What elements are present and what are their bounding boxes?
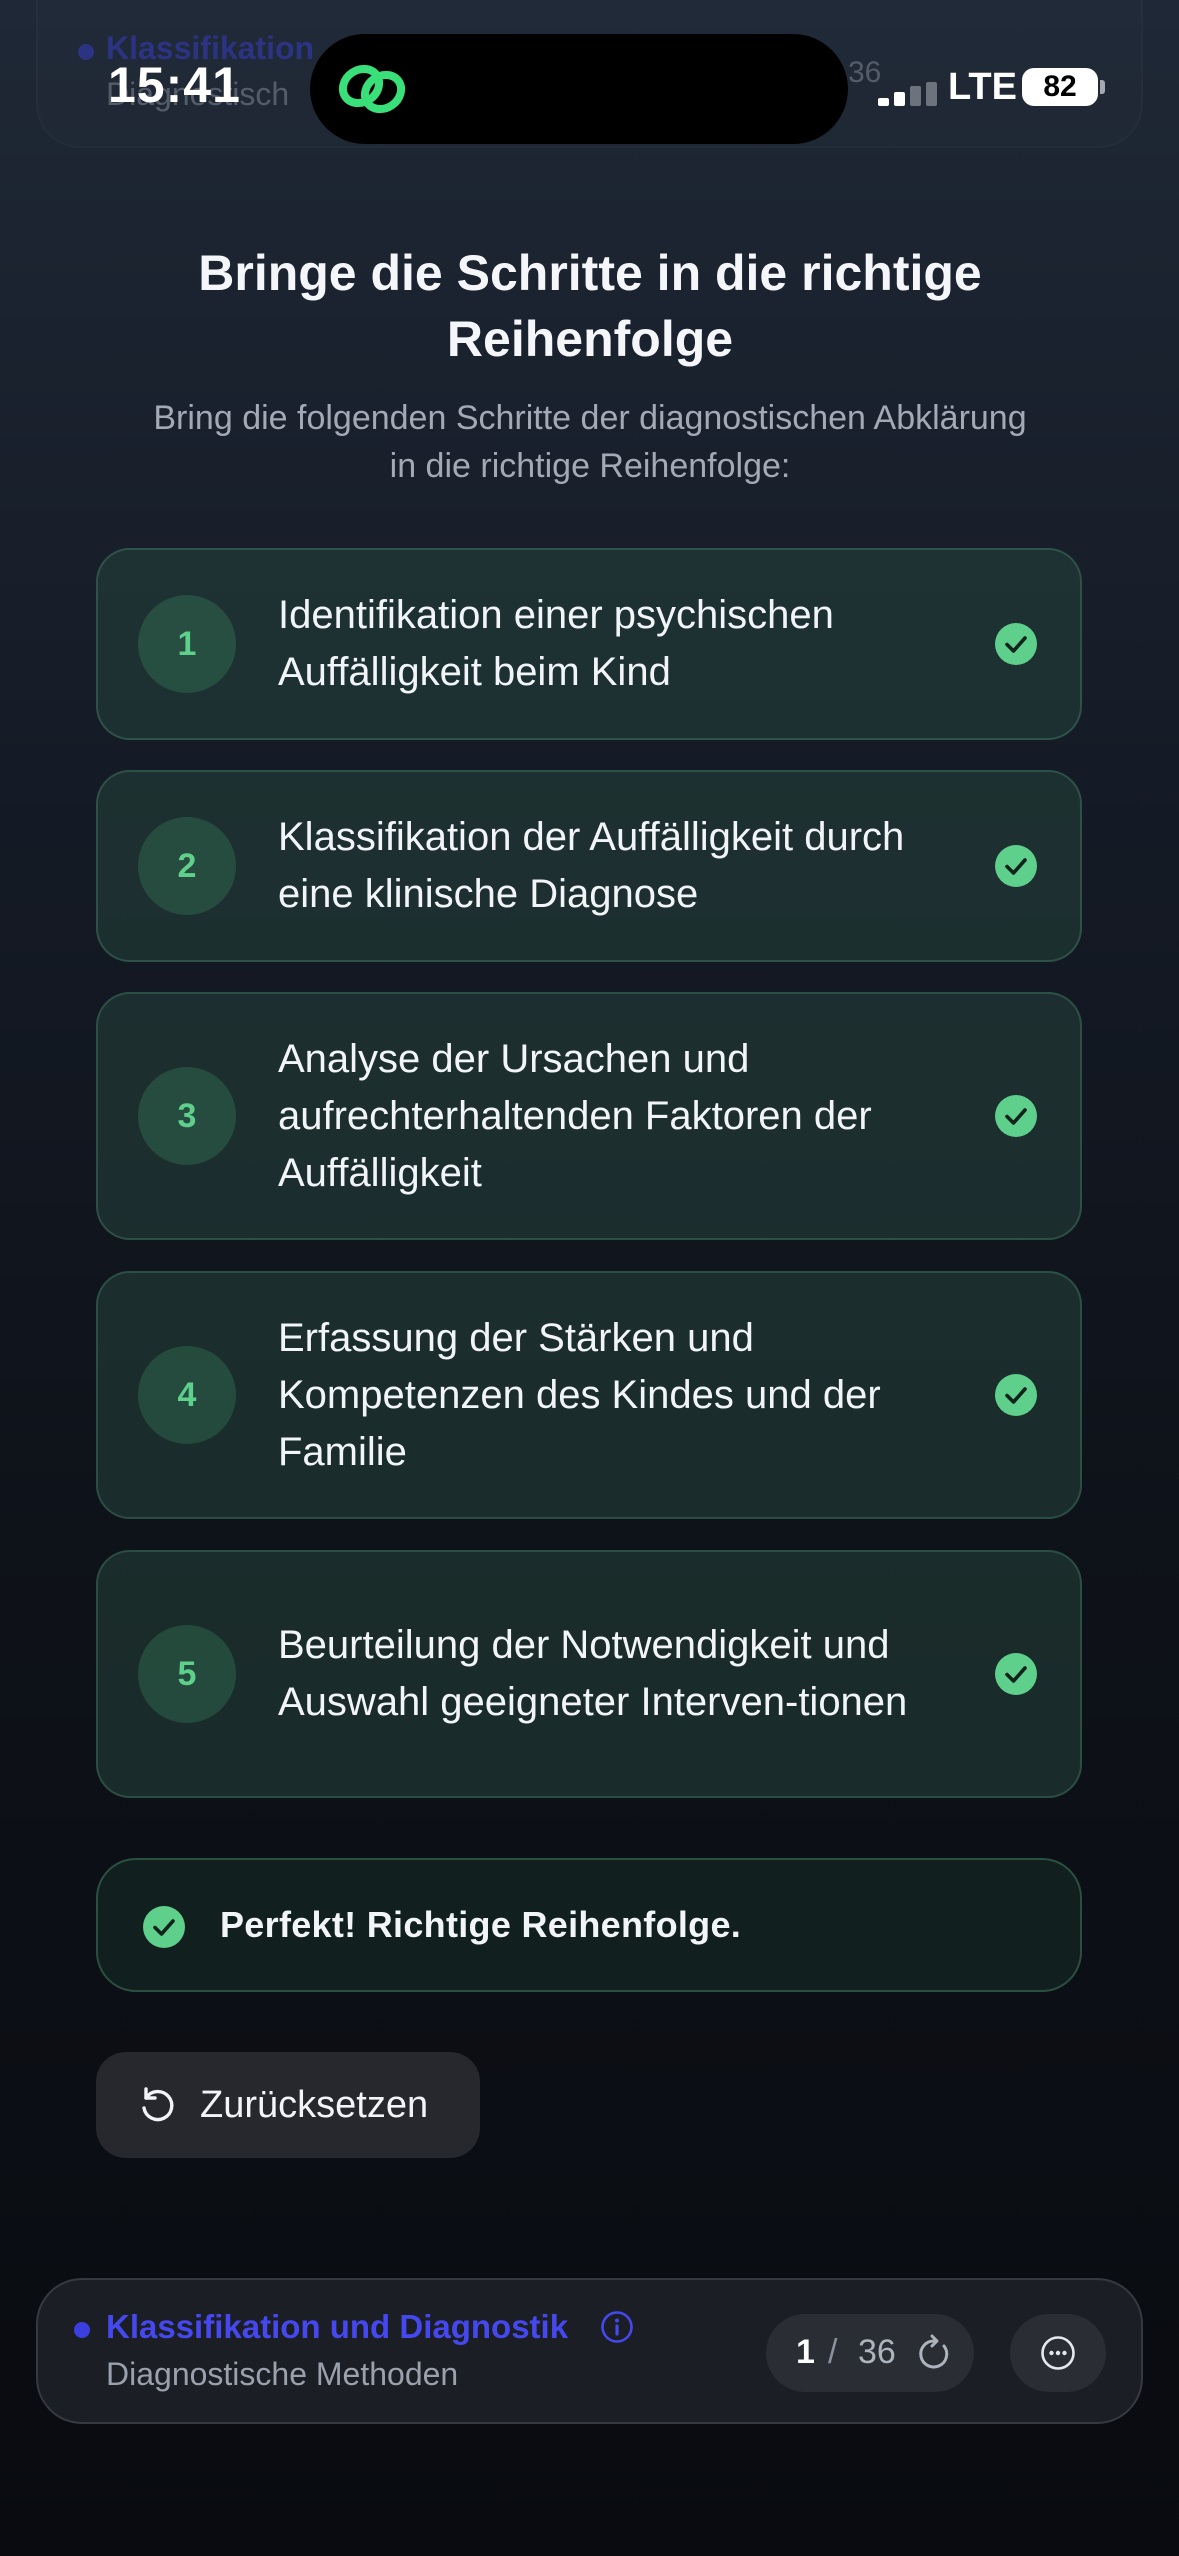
success-banner: Perfekt! Richtige Reihenfolge. [96,1858,1082,1992]
step-number: 1 [138,595,236,693]
dynamic-island [310,34,848,144]
topic-dot [78,44,94,60]
network-type: LTE [948,66,1017,108]
step-number: 5 [138,1625,236,1723]
exercise-title: Bringe die Schritte in die richtige Reih… [198,245,982,367]
counter-separator: / [828,2333,838,2371]
bottom-navigation-bar: Klassifikation und Diagnostik Diagnostis… [36,2278,1143,2424]
step-card[interactable]: 2 Klassifikation der Auffälligkeit durch… [96,770,1082,962]
app-link-icon [338,64,406,114]
topic-title[interactable]: Klassifikation und Diagnostik [106,2308,568,2346]
battery-tip [1100,80,1105,94]
check-icon [995,623,1037,665]
check-icon [995,1653,1037,1695]
topic-dot [74,2322,90,2338]
step-number: 3 [138,1067,236,1165]
check-icon [143,1906,185,1948]
step-card[interactable]: 3 Analyse der Ursachen und aufrechterhal… [96,992,1082,1240]
reset-button[interactable]: Zurücksetzen [96,2052,480,2158]
total-count: 36 [858,2333,896,2371]
exercise-instruction: Bring die folgenden Schritte der diagnos… [153,399,1027,485]
progress-counter[interactable]: 1 / 36 [766,2314,974,2392]
check-icon [995,1374,1037,1416]
step-text: Identifikation einer psychischen Auffäll… [278,593,834,694]
current-index: 1 [796,2333,815,2371]
more-button[interactable] [1010,2314,1106,2392]
collapsed-counter: 36 [848,56,882,89]
step-text: Erfassung der Stärken und Kompetenzen de… [278,1315,881,1474]
reset-label: Zurücksetzen [200,2084,429,2126]
more-icon [1041,2336,1075,2370]
step-card[interactable]: 5 Beurteilung der Notwendigkeit und Ausw… [96,1550,1082,1798]
info-icon[interactable] [600,2310,634,2344]
step-number: 2 [138,817,236,915]
signal-icon [878,82,942,106]
step-card[interactable]: 1 Identifikation einer psychischen Auffä… [96,548,1082,740]
step-text: Klassifikation der Auffälligkeit durch e… [278,815,905,916]
step-number: 4 [138,1346,236,1444]
step-text: Beurteilung der Notwendigkeit und Auswah… [278,1623,908,1724]
check-icon [995,845,1037,887]
success-message: Perfekt! Richtige Reihenfolge. [220,1904,742,1945]
subtopic-label: Diagnostische Methoden [106,2356,459,2392]
step-card[interactable]: 4 Erfassung der Stärken und Kompetenzen … [96,1271,1082,1519]
battery-icon: 82 [1022,68,1098,106]
status-time: 15:41 [108,57,241,113]
check-icon [995,1095,1037,1137]
reset-icon [142,2087,174,2122]
step-text: Analyse der Ursachen und aufrechterhalte… [278,1036,872,1195]
refresh-icon [919,2334,949,2369]
